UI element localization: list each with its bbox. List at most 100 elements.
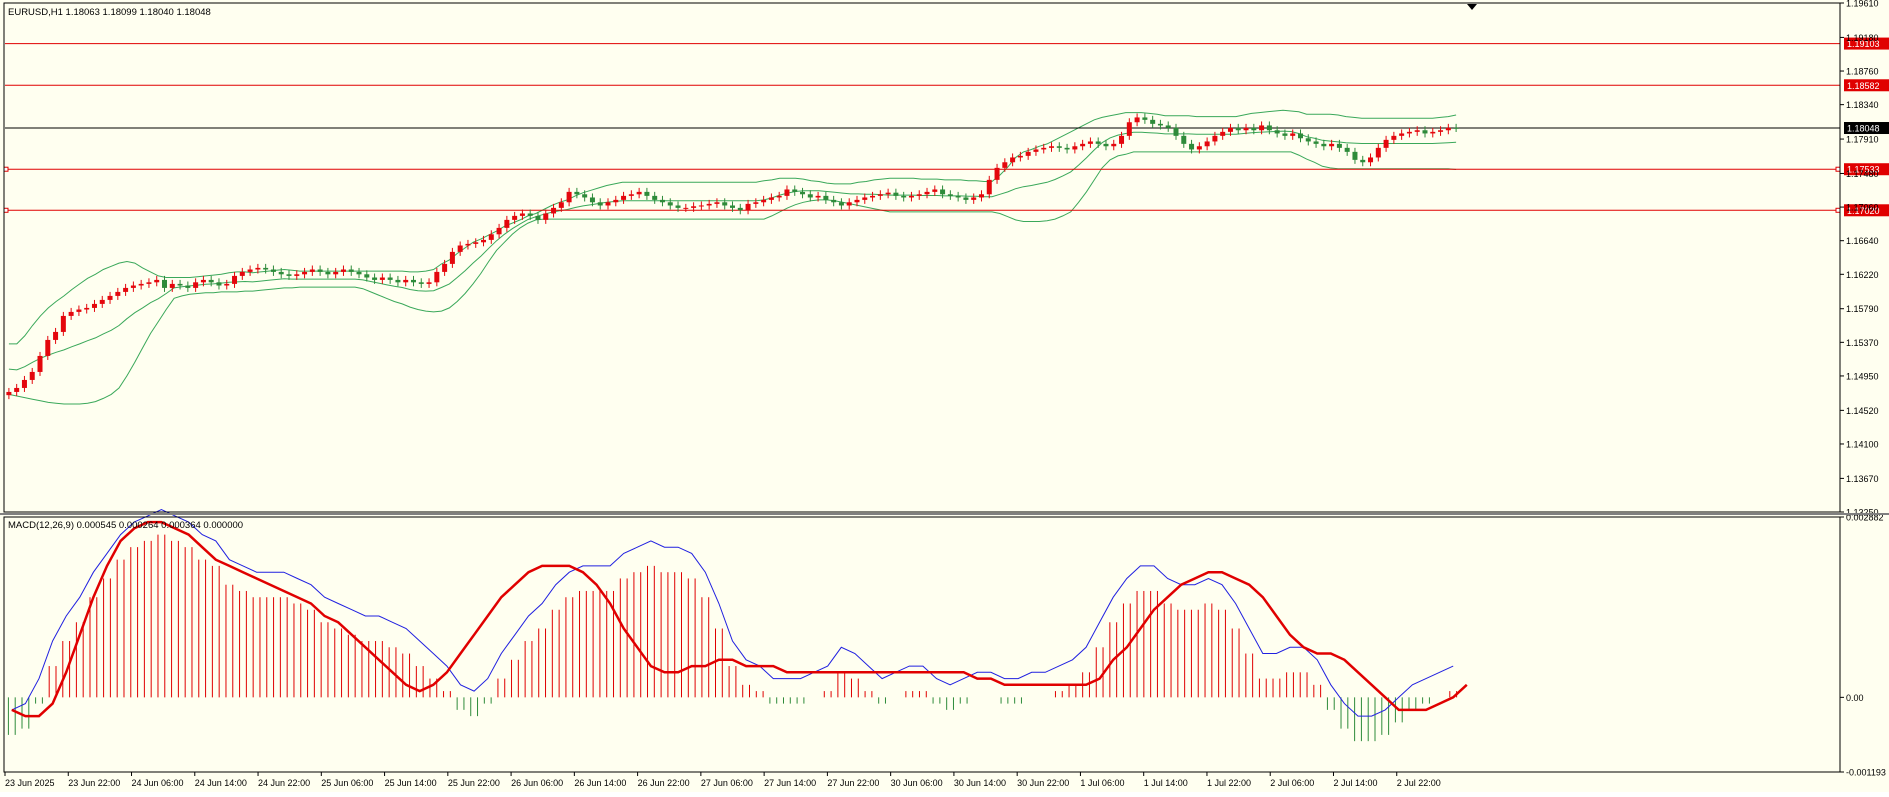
candle-body	[1189, 143, 1195, 150]
candle-body	[1445, 127, 1451, 131]
candle-body	[162, 279, 168, 288]
candle-body	[807, 194, 813, 198]
candle-body	[1095, 141, 1101, 144]
candle-body	[846, 202, 852, 206]
candle-body	[698, 205, 704, 207]
candle-body	[683, 207, 689, 209]
candle-body	[574, 191, 580, 195]
candle-body	[1336, 143, 1342, 148]
candle-body	[971, 197, 977, 200]
time-axis-label: 26 Jun 22:00	[638, 778, 690, 788]
candle-body	[1282, 133, 1288, 136]
candle-body	[208, 279, 214, 283]
candle-body	[893, 192, 899, 196]
candle-body	[1391, 135, 1397, 140]
candle-body	[1321, 143, 1327, 147]
price-axis-label: 1.17060	[1846, 203, 1879, 213]
candle-body	[877, 194, 883, 196]
candle-body	[333, 271, 339, 275]
candle-body	[1033, 149, 1039, 152]
candle-body	[1290, 133, 1296, 136]
time-axis-label: 24 Jun 14:00	[195, 778, 247, 788]
candle-body	[317, 269, 323, 272]
price-axis-label: 1.14520	[1846, 406, 1879, 416]
candle-body	[621, 195, 627, 200]
candle-body	[457, 245, 463, 252]
candle-body	[1056, 146, 1062, 148]
macd-axis-label: 0.00	[1846, 693, 1864, 703]
level-handle-right-icon[interactable]	[1835, 207, 1841, 213]
candle-body	[488, 234, 494, 240]
time-axis-label: 1 Jul 06:00	[1080, 778, 1124, 788]
candle-body	[224, 283, 230, 286]
macd-header: MACD(12,26,9) 0.000545 0.000264 0.000364…	[8, 520, 243, 531]
candle-body	[123, 287, 129, 292]
candle-body	[84, 307, 90, 310]
candle-body	[955, 195, 961, 198]
candle-body	[1025, 151, 1031, 156]
candle-body	[387, 277, 393, 280]
macd-axis-label: -0.001193	[1846, 768, 1886, 778]
level-handle-right-icon[interactable]	[1835, 166, 1841, 172]
candle-body	[730, 205, 735, 208]
time-axis-label: 30 Jun 22:00	[1017, 778, 1069, 788]
candle-body	[589, 197, 595, 203]
price-axis-label: 1.15370	[1846, 338, 1879, 348]
candle-body	[1235, 127, 1241, 131]
candle-body	[1049, 146, 1055, 148]
candle-body	[659, 199, 665, 203]
candle-body	[1352, 151, 1358, 160]
time-axis-label: 1 Jul 14:00	[1144, 778, 1188, 788]
level-price-label: 1.18582	[1847, 81, 1880, 91]
candle-body	[1375, 147, 1381, 158]
candle-body	[1360, 159, 1366, 163]
candle-body	[278, 271, 284, 275]
time-axis-label: 27 Jun 14:00	[764, 778, 816, 788]
candle-body	[60, 315, 66, 332]
candle-body	[675, 205, 681, 208]
candle-body	[1181, 135, 1187, 144]
candle-body	[862, 197, 868, 200]
time-axis-label: 25 Jun 22:00	[448, 778, 500, 788]
candle-body	[613, 199, 619, 203]
candle-body	[800, 191, 806, 195]
candle-body	[364, 274, 370, 278]
candle-body	[302, 271, 308, 275]
candle-body	[815, 195, 821, 198]
candle-body	[1080, 143, 1086, 147]
candle-body	[193, 282, 199, 288]
candle-body	[823, 195, 829, 200]
price-axis-label: 1.17910	[1846, 135, 1879, 145]
candle-body	[1266, 125, 1272, 131]
candle-body	[940, 189, 946, 195]
candle-body	[45, 339, 51, 356]
candle-body	[340, 269, 346, 272]
candle-body	[1406, 131, 1412, 134]
candle-body	[53, 331, 59, 340]
level-handle-left-icon[interactable]	[3, 166, 9, 172]
price-axis-label: 1.18760	[1846, 67, 1879, 77]
candle-body	[379, 277, 385, 280]
chart-canvas[interactable]: 1.191031.185821.180481.175331.17020 1.19…	[0, 0, 1889, 792]
candle-body	[1173, 127, 1179, 136]
candle-body	[1243, 127, 1249, 131]
candle-body	[1305, 138, 1311, 142]
candle-body	[792, 189, 798, 192]
candle-body	[1017, 155, 1023, 158]
candle-body	[1142, 117, 1148, 120]
candle-body	[496, 227, 502, 235]
level-handle-left-icon[interactable]	[3, 207, 9, 213]
price-axis-label: 1.19180	[1846, 33, 1879, 43]
candle-body	[901, 195, 907, 198]
candle-body	[784, 189, 790, 196]
candle-body	[535, 215, 541, 220]
candle-body	[963, 197, 969, 200]
candle-body	[1297, 133, 1303, 139]
time-axis-label: 24 Jun 22:00	[258, 778, 310, 788]
candle-body	[138, 283, 144, 286]
candle-body	[418, 282, 424, 284]
candle-body	[1064, 147, 1070, 150]
candle-body	[722, 202, 728, 206]
candle-body	[473, 242, 479, 244]
candle-body	[1383, 139, 1389, 148]
